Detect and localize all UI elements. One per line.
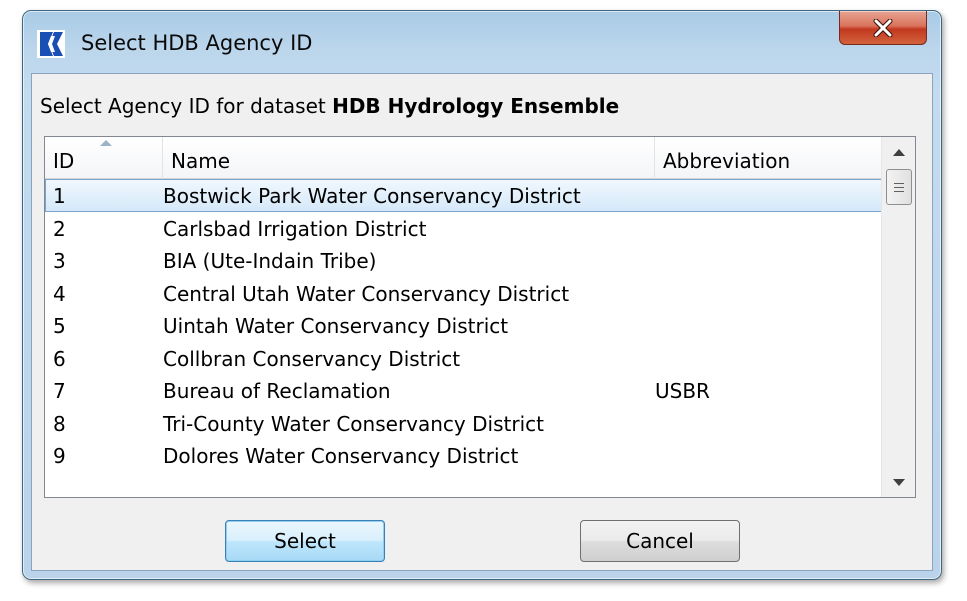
table-row[interactable]: 6 Collbran Conservancy District: [45, 342, 883, 375]
dataset-prompt: Select Agency ID for dataset HDB Hydrolo…: [40, 94, 619, 118]
column-header-id[interactable]: ID: [45, 137, 163, 179]
scrollbar-thumb[interactable]: [886, 169, 912, 205]
cell-id: 3: [53, 249, 66, 273]
table-row[interactable]: 2 Carlsbad Irrigation District: [45, 212, 883, 245]
table-row[interactable]: 1 Bostwick Park Water Conservancy Distri…: [45, 179, 883, 212]
agency-table: ID Name Abbreviation 1 Bostwick Park Wat…: [44, 136, 916, 498]
cell-id: 6: [53, 346, 66, 371]
table-header: ID Name Abbreviation: [45, 137, 883, 179]
cell-name: Central Utah Water Conservancy District: [163, 281, 570, 306]
cell-id: 9: [53, 444, 66, 468]
scroll-up-button[interactable]: [882, 137, 915, 167]
table-body: 1 Bostwick Park Water Conservancy Distri…: [45, 179, 883, 472]
cell-name: Tri-County Water Conservancy District: [163, 411, 544, 436]
cell-name: Carlsbad Irrigation District: [163, 216, 427, 241]
dialog-window: Select HDB Agency ID Select Agency ID fo…: [22, 10, 942, 580]
cell-id: 5: [53, 314, 66, 338]
vertical-scrollbar[interactable]: [881, 137, 915, 497]
scroll-down-arrow-icon: [892, 478, 905, 486]
column-header-abbreviation[interactable]: Abbreviation: [655, 137, 883, 179]
table-row[interactable]: 4 Central Utah Water Conservancy Distric…: [45, 277, 883, 310]
table-row[interactable]: 3 BIA (Ute-Indain Tribe): [45, 244, 883, 277]
cell-name: Uintah Water Conservancy District: [163, 314, 509, 338]
scroll-up-arrow-icon: [892, 148, 905, 156]
close-button[interactable]: [839, 11, 927, 45]
cancel-button[interactable]: Cancel: [580, 520, 740, 562]
cell-name: Dolores Water Conservancy District: [163, 444, 519, 468]
table-row[interactable]: 8 Tri-County Water Conservancy District: [45, 407, 883, 440]
window-title: Select HDB Agency ID: [81, 31, 313, 55]
cell-id: 8: [53, 411, 66, 436]
cell-id: 7: [53, 379, 66, 403]
cell-id: 4: [53, 281, 66, 306]
riverware-r-icon: [37, 30, 65, 58]
scroll-down-button[interactable]: [882, 467, 915, 497]
table-row[interactable]: 7 Bureau of Reclamation USBR: [45, 374, 883, 407]
cell-name: Collbran Conservancy District: [163, 346, 461, 371]
cell-name: BIA (Ute-Indain Tribe): [163, 249, 377, 273]
cell-name: Bureau of Reclamation: [163, 379, 391, 403]
cell-id: 1: [53, 184, 66, 208]
title-bar[interactable]: Select HDB Agency ID: [23, 11, 941, 73]
column-header-label: ID: [53, 149, 75, 173]
dataset-name: HDB Hydrology Ensemble: [332, 94, 620, 118]
table-row[interactable]: 5 Uintah Water Conservancy District: [45, 309, 883, 342]
sort-ascending-icon: [100, 140, 112, 146]
column-header-name[interactable]: Name: [163, 137, 655, 179]
prompt-text: Select Agency ID for dataset: [40, 94, 333, 118]
cell-id: 2: [53, 216, 66, 241]
column-header-label: Abbreviation: [663, 149, 791, 173]
close-x-icon: [873, 18, 893, 37]
cell-abbreviation: USBR: [655, 379, 710, 403]
select-button[interactable]: Select: [225, 520, 385, 562]
table-row[interactable]: 9 Dolores Water Conservancy District: [45, 439, 883, 472]
dialog-content: Select Agency ID for dataset HDB Hydrolo…: [31, 73, 933, 571]
column-header-label: Name: [171, 149, 231, 173]
cell-name: Bostwick Park Water Conservancy District: [163, 184, 581, 208]
